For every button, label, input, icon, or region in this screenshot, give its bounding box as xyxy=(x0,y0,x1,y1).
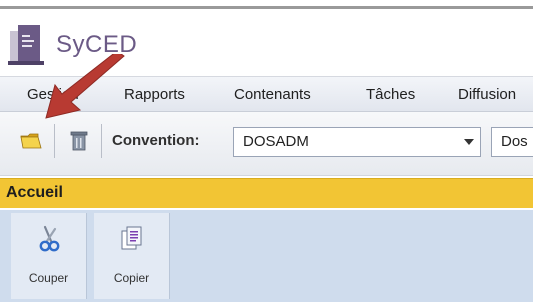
scissors-icon xyxy=(35,225,63,253)
ribbon-panel: Couper Copier xyxy=(0,210,533,302)
folder-icon[interactable] xyxy=(17,128,45,154)
convention-select-value: DOSADM xyxy=(243,133,309,150)
convention-label: Convention: xyxy=(112,132,200,149)
section-header: Accueil xyxy=(0,178,533,208)
secondary-select[interactable]: Dos xyxy=(491,127,533,157)
copy-document-icon xyxy=(118,225,146,253)
annotation-arrow-icon xyxy=(38,50,128,129)
menu-item-taches[interactable]: Tâches xyxy=(366,77,415,112)
secondary-select-value: Dos xyxy=(501,133,528,150)
chevron-down-icon[interactable] xyxy=(458,128,480,156)
copy-button-label: Copier xyxy=(113,271,150,285)
copy-button[interactable]: Copier xyxy=(94,213,170,299)
menu-item-rapports[interactable]: Rapports xyxy=(124,77,185,112)
cut-button-label: Couper xyxy=(28,271,69,285)
window-top-border xyxy=(0,0,533,9)
toolbar-separator xyxy=(101,124,102,158)
menu-item-diffusion[interactable]: Diffusion xyxy=(458,77,516,112)
convention-select[interactable]: DOSADM xyxy=(233,127,481,157)
menu-item-contenants[interactable]: Contenants xyxy=(234,77,311,112)
recycle-bin-icon[interactable] xyxy=(65,128,93,154)
toolbar-separator xyxy=(54,124,55,158)
section-title: Accueil xyxy=(6,184,63,201)
cut-button[interactable]: Couper xyxy=(11,213,87,299)
